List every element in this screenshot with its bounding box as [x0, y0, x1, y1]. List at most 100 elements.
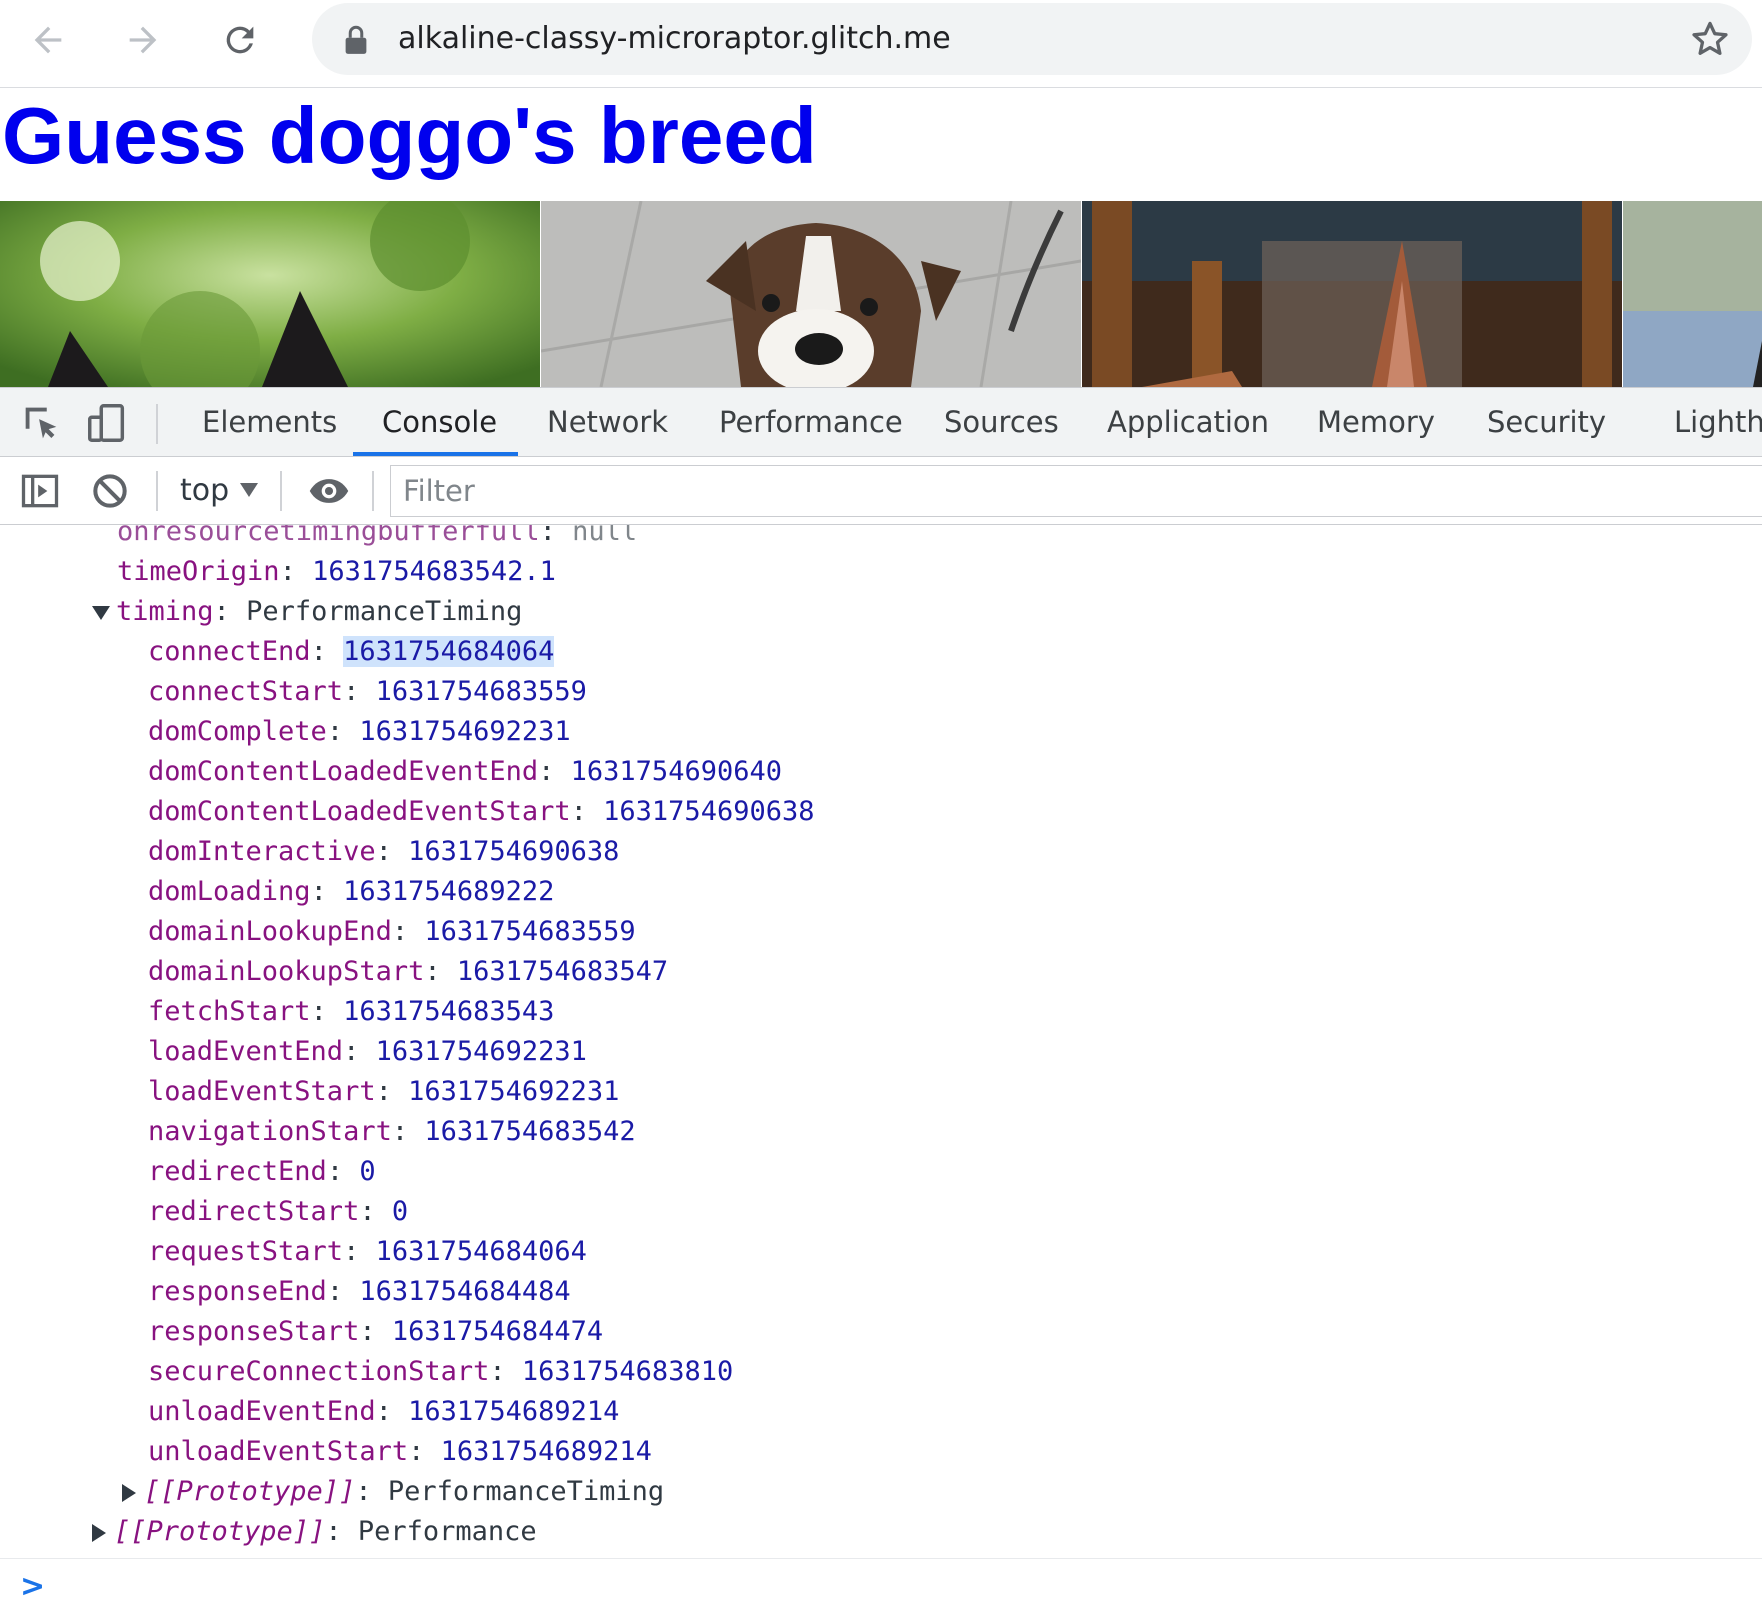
timing-entry-value[interactable]: 1631754690640: [571, 756, 782, 787]
timing-entry[interactable]: responseStart: 1631754684474: [148, 1312, 603, 1352]
timing-entry[interactable]: domContentLoadedEventStart: 163175469063…: [148, 792, 814, 832]
expand-triangle-icon[interactable]: [92, 605, 110, 620]
timing-entry-key: domainLookupStart: [148, 956, 425, 987]
timing-entry-key: loadEventEnd: [148, 1036, 344, 1067]
back-button[interactable]: [20, 12, 76, 68]
timing-entry[interactable]: domainLookupEnd: 1631754683559: [148, 912, 636, 952]
timing-entry[interactable]: domainLookupStart: 1631754683547: [148, 952, 668, 992]
timing-entry[interactable]: domInteractive: 1631754690638: [148, 832, 619, 872]
tab-performance[interactable]: Performance: [719, 405, 903, 439]
timing-entry-key: responseEnd: [148, 1276, 327, 1307]
timing-entry-value[interactable]: 1631754684064: [376, 1236, 587, 1267]
timing-entry-value[interactable]: 0: [359, 1156, 375, 1187]
console-prompt-row[interactable]: >: [0, 1558, 1762, 1618]
forward-button[interactable]: [115, 12, 171, 68]
toolbar-divider: [156, 471, 158, 511]
timing-entry[interactable]: redirectStart: 0: [148, 1192, 408, 1232]
star-icon[interactable]: [1688, 17, 1732, 61]
timing-entry[interactable]: domContentLoadedEventEnd: 1631754690640: [148, 752, 782, 792]
timing-entry-value[interactable]: 1631754689214: [441, 1436, 652, 1467]
timing-entry[interactable]: loadEventEnd: 1631754692231: [148, 1032, 587, 1072]
timing-entry-value[interactable]: 1631754683542: [424, 1116, 635, 1147]
tab-console[interactable]: Console: [382, 405, 497, 439]
console-prompt[interactable]: >: [20, 1569, 45, 1604]
timing-entry-key: unloadEventEnd: [148, 1396, 376, 1427]
active-tab-indicator: [353, 452, 518, 456]
device-toolbar-icon[interactable]: [84, 400, 130, 446]
timing-entry-value[interactable]: 1631754683559: [376, 676, 587, 707]
timing-entry-value[interactable]: 1631754683559: [424, 916, 635, 947]
address-bar[interactable]: alkaline-classy-microraptor.glitch.me: [312, 3, 1752, 75]
timing-entry-value[interactable]: 1631754692231: [359, 716, 570, 747]
filter-input[interactable]: [390, 465, 1762, 517]
context-selector[interactable]: top: [180, 473, 229, 508]
timing-entry-value[interactable]: 0: [392, 1196, 408, 1227]
tab-security[interactable]: Security: [1487, 405, 1606, 439]
timing-entry-value[interactable]: 1631754692231: [376, 1036, 587, 1067]
timing-entry-key: connectStart: [148, 676, 344, 707]
toolbar-divider: [156, 404, 158, 444]
timing-entry-value[interactable]: 1631754683547: [457, 956, 668, 987]
timing-entry-key: secureConnectionStart: [148, 1356, 490, 1387]
dog-photo[interactable]: [1082, 201, 1622, 387]
back-arrow-icon: [34, 26, 62, 54]
clear-console-icon[interactable]: [88, 469, 132, 513]
timing-entry-value[interactable]: 1631754684484: [359, 1276, 570, 1307]
forward-arrow-icon: [129, 26, 157, 54]
tab-application[interactable]: Application: [1107, 405, 1269, 439]
page-title: Guess doggo's breed: [2, 91, 817, 180]
console-entry: onresourcetimingbufferfull: null: [117, 525, 638, 547]
timing-entry[interactable]: requestStart: 1631754684064: [148, 1232, 587, 1272]
timing-prototype-row[interactable]: [[Prototype]]: PerformanceTiming: [122, 1472, 664, 1512]
dog-photo[interactable]: [0, 201, 540, 387]
timing-entry[interactable]: loadEventStart: 1631754692231: [148, 1072, 619, 1112]
tab-lighthouse[interactable]: Lightho: [1674, 405, 1762, 439]
devtools-tab-bar: Elements Console Network Performance Sou…: [0, 387, 1762, 457]
timing-entry[interactable]: domComplete: 1631754692231: [148, 712, 571, 752]
tab-network[interactable]: Network: [547, 405, 668, 439]
timing-entry[interactable]: unloadEventEnd: 1631754689214: [148, 1392, 619, 1432]
timing-entry-value[interactable]: 1631754684064: [343, 636, 555, 667]
timing-entry-value[interactable]: 1631754683810: [522, 1356, 733, 1387]
timing-entry-key: fetchStart: [148, 996, 311, 1027]
timing-entry[interactable]: connectStart: 1631754683559: [148, 672, 587, 712]
timing-entry-value[interactable]: 1631754690638: [603, 796, 814, 827]
timing-entry-key: loadEventStart: [148, 1076, 376, 1107]
dog-photo[interactable]: [1623, 201, 1762, 387]
timing-entry-value[interactable]: 1631754689222: [343, 876, 554, 907]
timing-entry[interactable]: fetchStart: 1631754683543: [148, 992, 554, 1032]
chevron-down-icon[interactable]: [240, 483, 258, 497]
timing-entry-key: unloadEventStart: [148, 1436, 409, 1467]
timing-object-row[interactable]: timing: PerformanceTiming: [92, 592, 522, 632]
tab-sources[interactable]: Sources: [944, 405, 1059, 439]
console-entry: timeOrigin: 1631754683542.1: [117, 556, 556, 587]
toolbar-divider: [280, 471, 282, 511]
timing-entry[interactable]: navigationStart: 1631754683542: [148, 1112, 636, 1152]
dog-gallery: [0, 201, 1762, 387]
timing-entry[interactable]: redirectEnd: 0: [148, 1152, 376, 1192]
timing-entry-key: domComplete: [148, 716, 327, 747]
timing-entry[interactable]: domLoading: 1631754689222: [148, 872, 554, 912]
timing-entry-value[interactable]: 1631754684474: [392, 1316, 603, 1347]
tab-elements[interactable]: Elements: [202, 405, 337, 439]
inspect-element-icon[interactable]: [18, 400, 64, 446]
dog-photo[interactable]: [541, 201, 1081, 387]
performance-prototype-row[interactable]: [[Prototype]]: Performance: [92, 1512, 537, 1552]
timing-entry-value[interactable]: 1631754689214: [408, 1396, 619, 1427]
timing-entry-key: redirectEnd: [148, 1156, 327, 1187]
timing-entry-value[interactable]: 1631754690638: [408, 836, 619, 867]
timing-entry-value[interactable]: 1631754692231: [408, 1076, 619, 1107]
timing-entry[interactable]: secureConnectionStart: 1631754683810: [148, 1352, 733, 1392]
toolbar-divider: [372, 471, 374, 511]
show-sidebar-icon[interactable]: [18, 469, 62, 513]
timing-entry[interactable]: connectEnd: 1631754684064: [148, 632, 555, 672]
expand-triangle-icon[interactable]: [122, 1483, 136, 1502]
timing-entry-value[interactable]: 1631754683543: [343, 996, 554, 1027]
live-expression-eye-icon[interactable]: [305, 469, 353, 513]
timing-entry-key: domInteractive: [148, 836, 376, 867]
timing-entry[interactable]: responseEnd: 1631754684484: [148, 1272, 571, 1312]
timing-entry[interactable]: unloadEventStart: 1631754689214: [148, 1432, 652, 1472]
reload-button[interactable]: [212, 12, 268, 68]
expand-triangle-icon[interactable]: [92, 1523, 106, 1542]
tab-memory[interactable]: Memory: [1317, 405, 1435, 439]
